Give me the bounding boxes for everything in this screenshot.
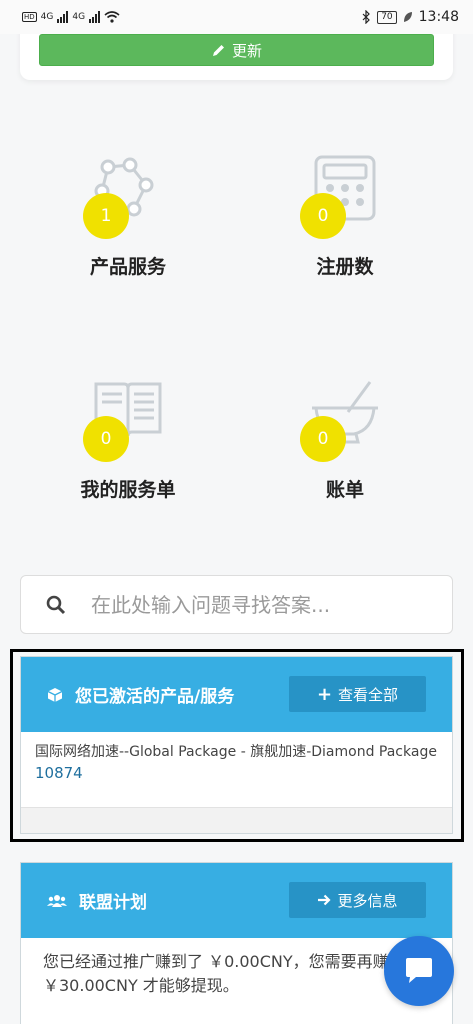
tile-registrations-label: 注册数 (316, 256, 374, 278)
more-info-button[interactable]: 更多信息 (289, 882, 426, 918)
chat-icon (406, 958, 432, 983)
tile-invoices[interactable]: 0 账单 (245, 378, 445, 528)
view-all-label: 查看全部 (338, 685, 399, 704)
registrations-count-badge: 0 (300, 193, 346, 239)
view-all-button[interactable]: + 查看全部 (289, 676, 426, 712)
panel-footer (21, 807, 452, 833)
tile-tickets[interactable]: 0 我的服务单 (28, 378, 228, 528)
affiliate-title: 联盟计划 (79, 893, 147, 913)
network-label-1: 4G (40, 12, 54, 22)
cube-icon (47, 687, 63, 703)
signal-icon (89, 11, 101, 23)
kb-search-box[interactable] (20, 575, 453, 634)
active-products-title: 您已激活的产品/服务 (75, 687, 235, 707)
wifi-icon (104, 11, 120, 23)
update-button-label: 更新 (231, 41, 262, 60)
signal-icon (57, 11, 69, 23)
search-input[interactable] (91, 592, 431, 617)
tile-registrations[interactable]: 0 注册数 (245, 155, 445, 305)
search-icon (21, 595, 91, 615)
clock: 13:48 (418, 9, 459, 25)
tickets-count-badge: 0 (83, 416, 129, 462)
hd-icon: HD (22, 12, 37, 22)
tile-products[interactable]: 1 产品服务 (28, 155, 228, 305)
status-bar: HD 4G 4G 70 13:48 (0, 0, 473, 34)
tile-products-label: 产品服务 (89, 256, 166, 278)
product-list-item[interactable]: 国际网络加速--Global Package - 旗舰加速-Diamond Pa… (21, 732, 452, 794)
chat-button[interactable] (384, 936, 454, 1006)
status-right: 70 13:48 (362, 9, 459, 25)
product-name: 国际网络加速--Global Package - 旗舰加速-Diamond Pa… (35, 744, 437, 760)
invoices-count-badge: 0 (300, 416, 346, 462)
users-icon (47, 894, 67, 908)
plus-icon: + (316, 683, 333, 705)
active-products-header: 您已激活的产品/服务 + 查看全部 (21, 657, 452, 732)
products-count-badge: 1 (83, 193, 129, 239)
more-info-label: 更多信息 (337, 891, 398, 910)
active-products-panel: 您已激活的产品/服务 + 查看全部 国际网络加速--Global Package… (20, 656, 453, 834)
leaf-icon (403, 12, 412, 22)
affiliate-text: 您已经通过推广赚到了 ￥0.00CNY，您需要再赚 ￥30.00CNY 才能够提… (43, 952, 389, 995)
update-button[interactable]: 更新 (39, 34, 434, 66)
arrow-right-icon (318, 894, 332, 906)
tile-tickets-label: 我的服务单 (80, 479, 176, 501)
status-left: HD 4G 4G (22, 11, 120, 23)
network-label-2: 4G (72, 12, 86, 22)
battery-icon: 70 (377, 10, 397, 24)
affiliate-panel: 联盟计划 更多信息 您已经通过推广赚到了 ￥0.00CNY，您需要再赚 ￥30.… (20, 862, 453, 1024)
product-id[interactable]: 10874 (35, 763, 438, 784)
tile-invoices-label: 账单 (325, 479, 364, 501)
pencil-icon (212, 44, 224, 56)
bluetooth-icon (362, 10, 371, 24)
affiliate-header: 联盟计划 更多信息 (21, 863, 452, 938)
